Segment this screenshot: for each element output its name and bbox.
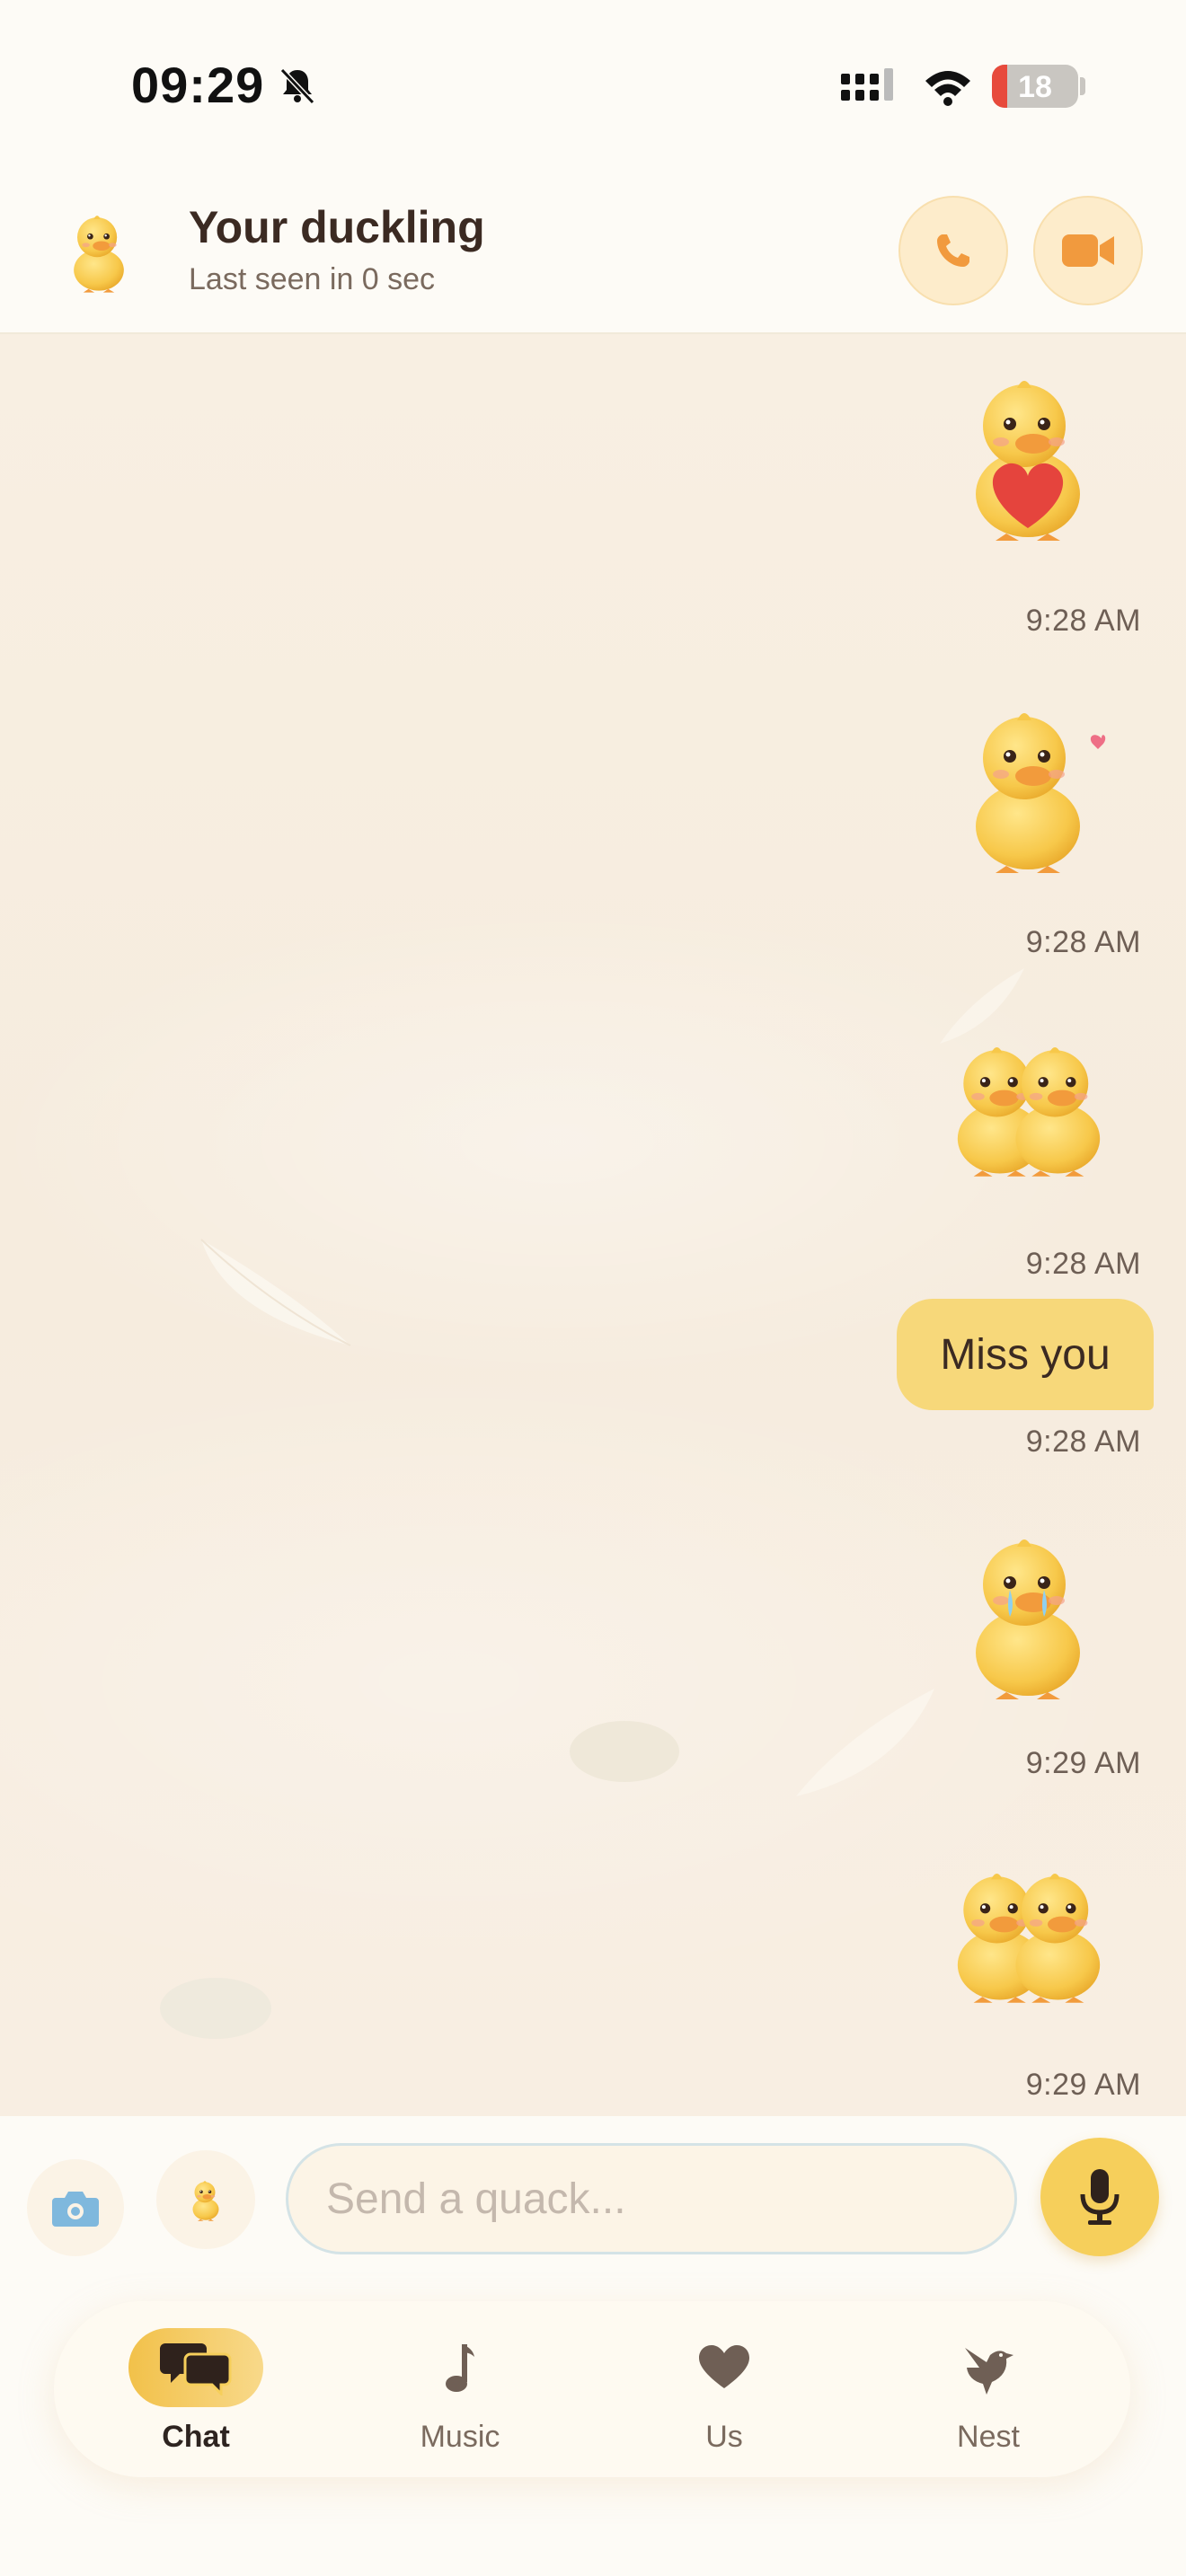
phone-icon <box>937 234 969 267</box>
bird-icon <box>965 2348 1013 2395</box>
message-timestamp: 9:29 AM <box>1025 2068 1141 2102</box>
message-timestamp: 9:29 AM <box>1025 1746 1141 1780</box>
heart-icon <box>699 2345 749 2388</box>
nav-label: Us <box>705 2420 743 2454</box>
sticker-two-ducklings-hugging[interactable] <box>934 1839 1123 2028</box>
message-timestamp: 9:28 AM <box>1025 604 1141 638</box>
lily-pad-decoration <box>570 1721 679 1782</box>
contact-last-seen: Last seen in 0 sec <box>189 262 436 296</box>
message-timestamp: 9:28 AM <box>1025 1247 1141 1281</box>
microphone-icon <box>1080 2169 1120 2225</box>
message-timestamp: 9:28 AM <box>1025 925 1141 959</box>
message-composer: Send a quack... <box>0 2116 1186 2290</box>
bell-muted-icon <box>279 67 315 105</box>
message-list[interactable]: 9:28 AM 9:28 AM 9:28 AM Miss you 9:28 AM… <box>0 334 1186 2116</box>
battery-nub <box>1080 77 1085 95</box>
nav-tab-chat[interactable]: Chat <box>106 2323 286 2457</box>
message-text: Miss you <box>940 1330 1111 1379</box>
video-camera-icon <box>1062 234 1114 267</box>
nav-tab-music[interactable]: Music <box>370 2323 550 2457</box>
feather-decoration-icon <box>200 1239 351 1346</box>
chat-header: Your duckling Last seen in 0 sec <box>0 171 1186 334</box>
status-bar: 09:29 18 <box>0 0 1186 171</box>
sticker-two-ducklings-hugging[interactable] <box>934 1013 1123 1202</box>
nav-icon-wrapper <box>657 2328 792 2407</box>
cellular-signal-icon <box>841 68 893 101</box>
duckling-avatar[interactable] <box>56 198 142 305</box>
nav-label: Nest <box>957 2420 1020 2454</box>
message-timestamp: 9:28 AM <box>1025 1425 1141 1459</box>
bottom-navigation: Chat Music Us Nest <box>54 2301 1130 2477</box>
nav-label: Music <box>420 2420 500 2454</box>
battery-indicator: 18 <box>992 65 1078 108</box>
sticker-duckling-holding-heart[interactable] <box>938 361 1118 550</box>
sticker-duckling-blowing-kiss[interactable] <box>938 693 1118 882</box>
contact-name: Your duckling <box>189 202 485 252</box>
nav-icon-wrapper <box>128 2328 263 2407</box>
message-input[interactable]: Send a quack... <box>286 2143 1017 2254</box>
message-input-placeholder: Send a quack... <box>326 2175 626 2223</box>
nav-icon-wrapper <box>393 2328 527 2407</box>
nav-label: Chat <box>162 2420 230 2454</box>
camera-button[interactable] <box>27 2159 124 2256</box>
voice-message-button[interactable] <box>1040 2138 1159 2256</box>
battery-level-text: 18 <box>1018 70 1052 104</box>
chat-bubbles-icon <box>160 2343 232 2395</box>
nav-tab-us[interactable]: Us <box>634 2323 814 2457</box>
status-time: 09:29 <box>131 57 265 113</box>
feather-decoration-icon <box>796 1689 934 1796</box>
bottom-nav-area: Chat Music Us Nest <box>0 2290 1186 2576</box>
nav-tab-nest[interactable]: Nest <box>898 2323 1078 2457</box>
video-call-button[interactable] <box>1033 196 1143 305</box>
music-note-icon <box>446 2344 474 2392</box>
nav-icon-wrapper <box>921 2328 1056 2407</box>
sticker-picker-button[interactable] <box>156 2150 255 2249</box>
lily-pad-decoration <box>160 1978 271 2039</box>
voice-call-button[interactable] <box>898 196 1008 305</box>
camera-icon <box>52 2192 99 2227</box>
wifi-icon <box>925 71 970 106</box>
duckling-sticker-icon <box>192 2181 219 2221</box>
message-bubble-outgoing[interactable]: Miss you <box>897 1299 1154 1410</box>
sticker-crying-duckling[interactable] <box>938 1520 1118 1708</box>
